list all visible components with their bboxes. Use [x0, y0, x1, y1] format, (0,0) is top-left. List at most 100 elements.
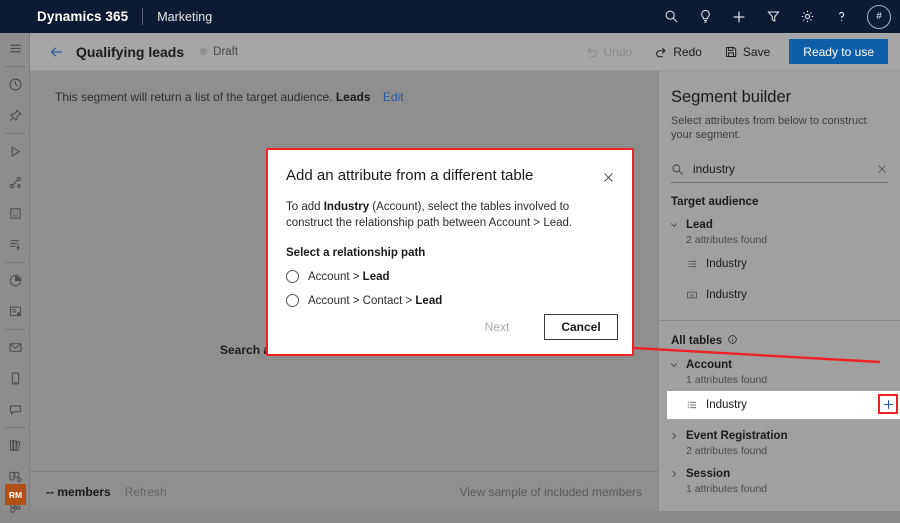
status-label: Draft: [213, 46, 238, 58]
suite-bar: Dynamics 365 Marketing: [0, 0, 900, 33]
redo-button[interactable]: Redo: [643, 37, 713, 67]
tree-group-event-registration[interactable]: Event Registration: [669, 430, 900, 442]
refresh-button[interactable]: Refresh: [125, 485, 167, 499]
site-map-icon[interactable]: [0, 33, 30, 64]
tree-group-account[interactable]: Account: [669, 359, 900, 371]
view-sample-link[interactable]: View sample of included members: [459, 485, 642, 499]
segment-builder-panel: Segment builder Select attributes from b…: [658, 71, 900, 511]
chevron-right-icon: [669, 431, 680, 441]
rail-divider-4: [4, 329, 25, 330]
panel-title: Segment builder: [671, 88, 900, 107]
radio-button[interactable]: [286, 270, 299, 283]
radio-option-target: Lead: [415, 295, 442, 307]
insights-icon[interactable]: [0, 265, 30, 296]
tree-group-label: Event Registration: [686, 430, 788, 442]
radio-button[interactable]: [286, 294, 299, 307]
attribute-row-account-industry[interactable]: Industry: [667, 391, 900, 419]
next-button[interactable]: Next: [460, 314, 534, 340]
radio-option-account-lead[interactable]: Account > Lead: [268, 270, 632, 283]
target-audience-label: Target audience: [671, 196, 758, 208]
info-icon[interactable]: [727, 334, 738, 348]
status-dot-icon: [200, 48, 207, 55]
accounts-icon[interactable]: [0, 198, 30, 229]
dialog-body-prefix: To add: [286, 201, 324, 213]
dialog-title: Add an attribute from a different table: [286, 166, 598, 185]
panel-divider: [659, 320, 900, 321]
page-title: Qualifying leads: [76, 44, 184, 60]
pinned-icon[interactable]: [0, 100, 30, 131]
dialog-header: Add an attribute from a different table: [268, 150, 632, 187]
filter-icon[interactable]: [756, 0, 790, 33]
cancel-button[interactable]: Cancel: [544, 314, 618, 340]
radio-option-label: Account > Lead: [308, 271, 390, 283]
help-icon[interactable]: [824, 0, 858, 33]
avatar: #: [867, 5, 891, 29]
settings-icon[interactable]: [790, 0, 824, 33]
rail-divider-5: [4, 427, 25, 428]
lightbulb-icon[interactable]: [688, 0, 722, 33]
forms-icon[interactable]: [0, 229, 30, 260]
clear-search-icon[interactable]: [876, 163, 888, 175]
relationship-path-label: Select a relationship path: [268, 231, 632, 259]
undo-icon: [585, 45, 599, 59]
attribute-row-lead-industry-optionset[interactable]: Industry: [659, 251, 900, 277]
brand-label: Dynamics 365: [37, 9, 128, 24]
radio-option-prefix: Account >: [308, 271, 363, 283]
attribute-row-lead-industry-text[interactable]: ab Industry: [659, 282, 900, 308]
optionset-icon: [686, 399, 698, 411]
tree-group-lead[interactable]: Lead: [669, 219, 900, 231]
user-avatar-button[interactable]: #: [858, 0, 900, 33]
marketing-pages-icon[interactable]: [0, 167, 30, 198]
search-icon: [671, 163, 684, 176]
target-audience-heading: Target audience: [671, 196, 900, 208]
emails-icon[interactable]: [0, 332, 30, 363]
push-notifications-icon[interactable]: [0, 394, 30, 425]
tree-group-session[interactable]: Session: [669, 468, 900, 480]
back-button[interactable]: [42, 37, 72, 67]
attribute-label: Industry: [706, 289, 747, 301]
dialog-body: To add Industry (Account), select the ta…: [268, 187, 632, 231]
canvas-search-hint: Search a: [220, 343, 270, 357]
tree-group-count: 1 attributes found: [686, 374, 900, 386]
rail-divider-1: [4, 66, 25, 67]
ready-to-use-button[interactable]: Ready to use: [789, 39, 888, 64]
close-icon[interactable]: [598, 167, 618, 187]
text-messages-icon[interactable]: [0, 363, 30, 394]
radio-option-prefix: Account > Contact >: [308, 295, 415, 307]
status-badge: Draft: [200, 46, 238, 58]
redo-label: Redo: [673, 45, 702, 59]
edit-link[interactable]: Edit: [383, 90, 404, 104]
rail-divider-2: [4, 133, 25, 134]
library-icon[interactable]: [0, 430, 30, 461]
user-initials-avatar[interactable]: RM: [5, 484, 26, 505]
add-attribute-button[interactable]: [878, 394, 898, 414]
add-attribute-dialog: Add an attribute from a different table …: [266, 148, 634, 356]
chevron-down-icon: [669, 220, 680, 230]
search-icon[interactable]: [654, 0, 688, 33]
segment-entity-label: Leads: [336, 90, 371, 104]
panel-subtitle: Select attributes from below to construc…: [671, 114, 882, 142]
save-label: Save: [743, 45, 770, 59]
cards-icon[interactable]: [0, 296, 30, 327]
left-navigation-rail: RM: [0, 33, 30, 511]
text-icon: ab: [686, 289, 698, 301]
tree-group-label: Account: [686, 359, 732, 371]
rail-divider-3: [4, 262, 25, 263]
customer-journeys-icon[interactable]: [0, 136, 30, 167]
save-button[interactable]: Save: [713, 37, 781, 67]
search-input[interactable]: industry: [693, 162, 876, 176]
brand-separator: [142, 8, 143, 25]
undo-button[interactable]: Undo: [574, 37, 644, 67]
undo-label: Undo: [604, 45, 633, 59]
attribute-label: Industry: [706, 399, 747, 411]
attribute-search-field[interactable]: industry: [671, 156, 888, 183]
chevron-right-icon: [669, 469, 680, 479]
segment-description-text: This segment will return a list of the t…: [55, 90, 332, 104]
dialog-footer: Next Cancel: [460, 314, 618, 340]
recent-icon[interactable]: [0, 69, 30, 100]
segment-description: This segment will return a list of the t…: [55, 90, 404, 104]
radio-option-account-contact-lead[interactable]: Account > Contact > Lead: [268, 294, 632, 307]
add-icon[interactable]: [722, 0, 756, 33]
all-tables-heading: All tables: [671, 334, 900, 348]
save-icon: [724, 45, 738, 59]
